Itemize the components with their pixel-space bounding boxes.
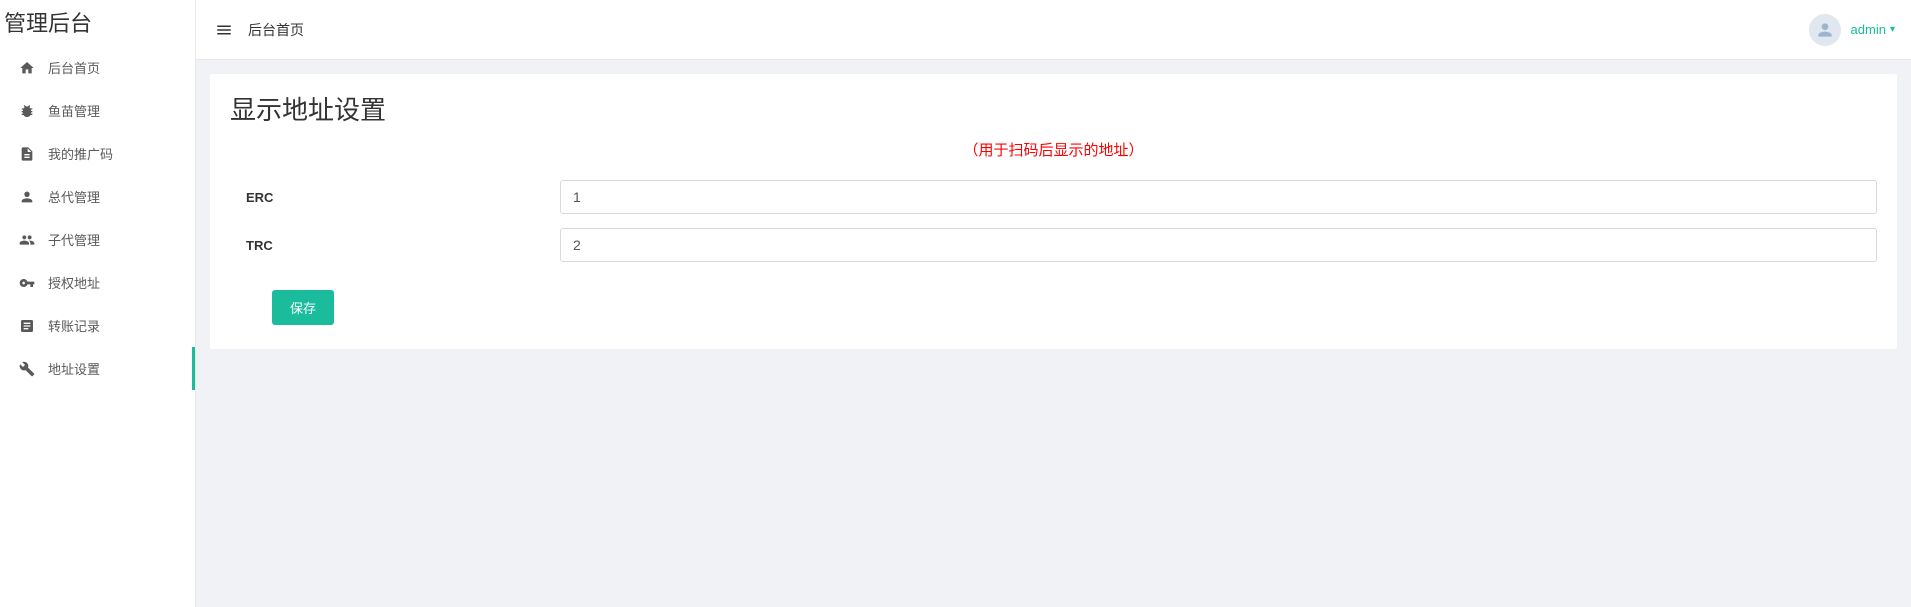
sidebar-item-label: 后台首页 bbox=[48, 58, 100, 77]
sidebar-item-label: 总代管理 bbox=[48, 187, 100, 206]
topbar-right: admin ▾ bbox=[1809, 14, 1895, 46]
content: 显示地址设置 （用于扫码后显示的地址） ERC TRC 保存 bbox=[196, 60, 1911, 607]
app-title: 管理后台 bbox=[0, 0, 195, 46]
sidebar-item-label: 授权地址 bbox=[48, 273, 100, 292]
erc-input[interactable] bbox=[560, 180, 1877, 214]
breadcrumb[interactable]: 后台首页 bbox=[248, 20, 304, 40]
sidebar-item-promo[interactable]: 我的推广码 bbox=[0, 132, 195, 175]
sidebar-item-home[interactable]: 后台首页 bbox=[0, 46, 195, 89]
main: 后台首页 admin ▾ 显示地址设置 （用于扫码后显示的地址） ERC bbox=[196, 0, 1911, 607]
settings-icon bbox=[18, 360, 36, 378]
menu-toggle-button[interactable] bbox=[212, 18, 236, 42]
sidebar-item-label: 鱼苗管理 bbox=[48, 101, 100, 120]
bug-icon bbox=[18, 102, 36, 120]
sidebar-item-master-agent[interactable]: 总代管理 bbox=[0, 175, 195, 218]
trc-label: TRC bbox=[230, 238, 560, 253]
caret-down-icon: ▾ bbox=[1890, 24, 1895, 35]
avatar[interactable] bbox=[1809, 14, 1841, 46]
sidebar-item-sub-agent[interactable]: 子代管理 bbox=[0, 218, 195, 261]
list-icon bbox=[18, 317, 36, 335]
sidebar-item-label: 我的推广码 bbox=[48, 144, 113, 163]
user-dropdown[interactable]: admin ▾ bbox=[1851, 22, 1895, 37]
form-row-erc: ERC bbox=[230, 180, 1877, 214]
notice-text: （用于扫码后显示的地址） bbox=[230, 139, 1877, 160]
user-name: admin bbox=[1851, 22, 1886, 37]
topbar: 后台首页 admin ▾ bbox=[196, 0, 1911, 60]
sidebar-item-auth-address[interactable]: 授权地址 bbox=[0, 261, 195, 304]
erc-label: ERC bbox=[230, 190, 560, 205]
key-icon bbox=[18, 274, 36, 292]
sidebar-item-label: 子代管理 bbox=[48, 230, 100, 249]
trc-input[interactable] bbox=[560, 228, 1877, 262]
person-icon bbox=[18, 188, 36, 206]
sidebar-item-fish[interactable]: 鱼苗管理 bbox=[0, 89, 195, 132]
sidebar-item-label: 转账记录 bbox=[48, 316, 100, 335]
sidebar-menu: 后台首页 鱼苗管理 我的推广码 总代管理 bbox=[0, 46, 195, 390]
home-icon bbox=[18, 59, 36, 77]
sidebar-item-address-settings[interactable]: 地址设置 bbox=[0, 347, 195, 390]
card: 显示地址设置 （用于扫码后显示的地址） ERC TRC 保存 bbox=[210, 74, 1897, 349]
form-actions: 保存 bbox=[230, 290, 1877, 325]
sidebar: 管理后台 后台首页 鱼苗管理 我的推广码 bbox=[0, 0, 196, 607]
page-title: 显示地址设置 bbox=[230, 90, 1877, 127]
document-icon bbox=[18, 145, 36, 163]
user-icon bbox=[1815, 20, 1835, 40]
form-row-trc: TRC bbox=[230, 228, 1877, 262]
sidebar-item-label: 地址设置 bbox=[48, 359, 100, 378]
people-icon bbox=[18, 231, 36, 249]
save-button[interactable]: 保存 bbox=[272, 290, 334, 325]
topbar-left: 后台首页 bbox=[212, 18, 304, 42]
sidebar-item-transfer[interactable]: 转账记录 bbox=[0, 304, 195, 347]
menu-icon bbox=[215, 21, 233, 39]
